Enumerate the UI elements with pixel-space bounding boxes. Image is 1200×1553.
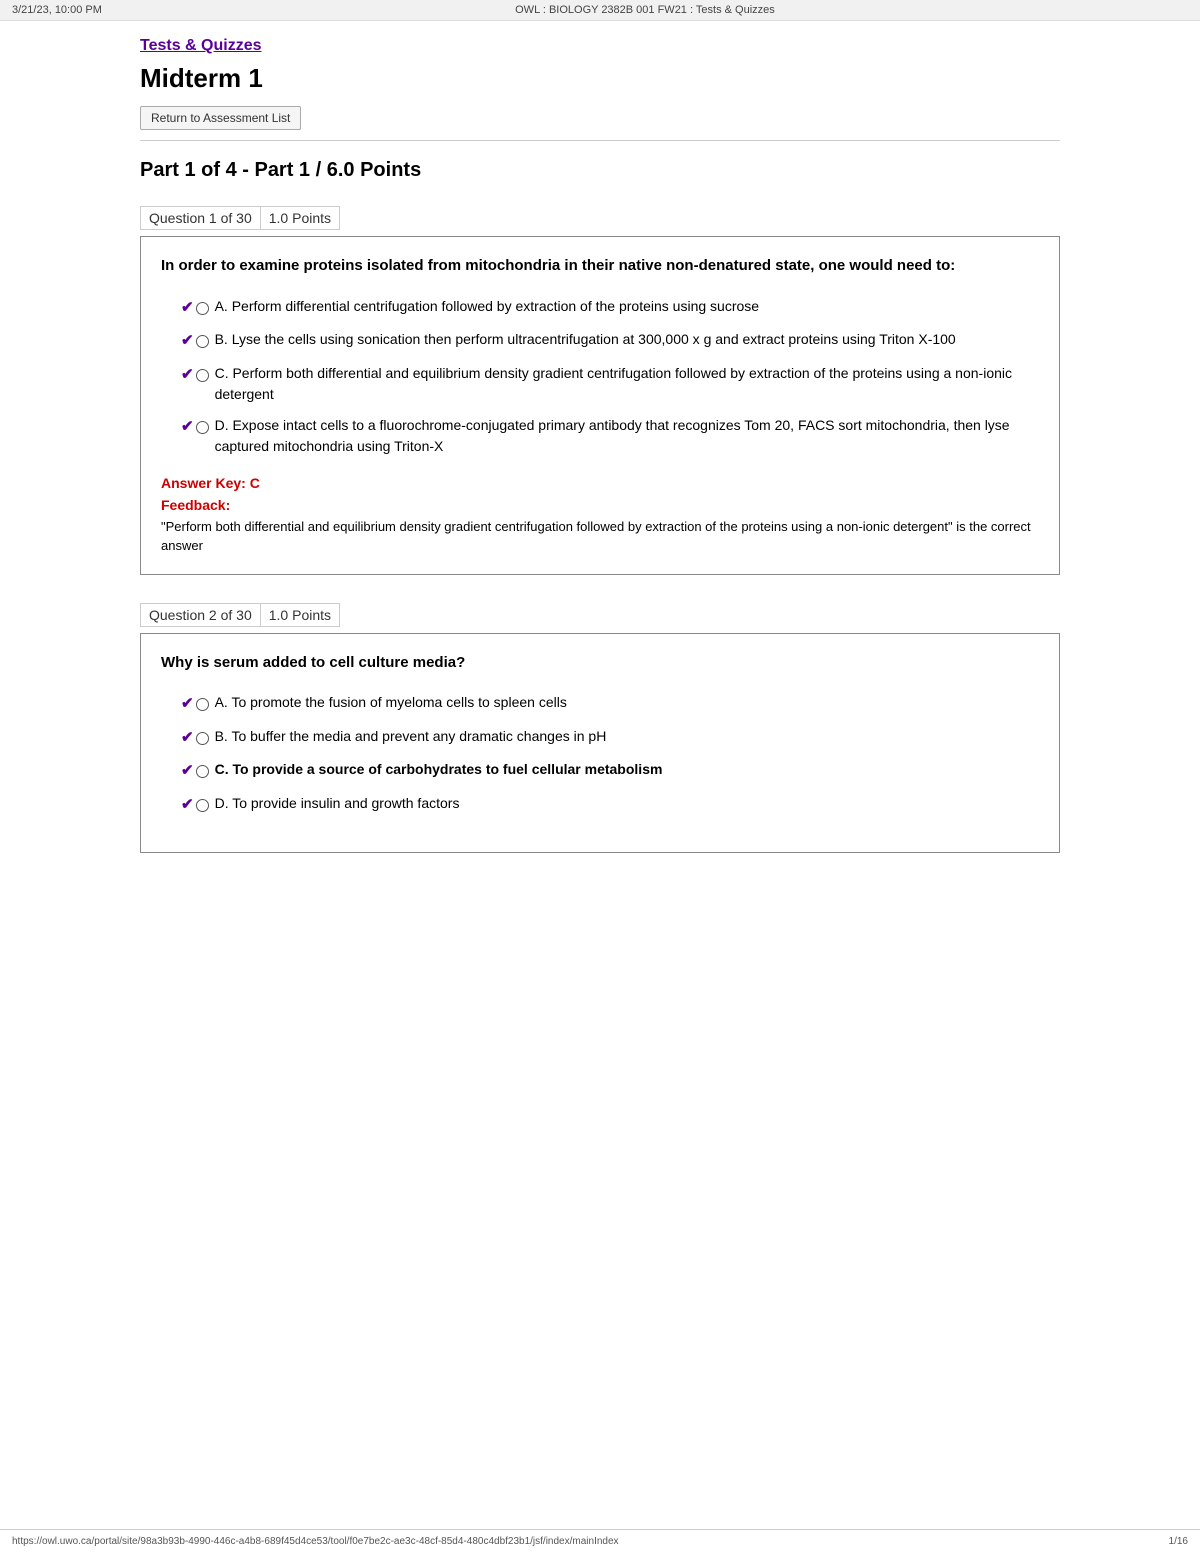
question-2-option-a: ✔ A. To promote the fusion of myeloma ce… xyxy=(181,692,1039,716)
q2-option-d-text: D. To provide insulin and growth factors xyxy=(215,793,1039,814)
radio-d[interactable] xyxy=(196,421,209,434)
feedback-label: Feedback: xyxy=(161,497,1039,513)
divider xyxy=(140,140,1060,141)
browser-bar: 3/21/23, 10:00 PM OWL : BIOLOGY 2382B 00… xyxy=(0,0,1200,21)
q2-option-c-text: C. To provide a source of carbohydrates … xyxy=(215,759,1039,780)
option-c-icons: ✔ xyxy=(181,364,209,387)
q2-option-a-text: A. To promote the fusion of myeloma cell… xyxy=(215,692,1039,713)
option-d-icons: ✔ xyxy=(181,416,209,439)
breadcrumb: Tests & Quizzes xyxy=(140,37,1060,55)
browser-tab-title: OWL : BIOLOGY 2382B 001 FW21 : Tests & Q… xyxy=(515,4,775,16)
return-btn-container: Return to Assessment List xyxy=(140,106,1060,130)
question-1-option-b: ✔ B. Lyse the cells using sonication the… xyxy=(181,329,1039,353)
footer-page-num: 1/16 xyxy=(1169,1536,1188,1547)
question-2-option-c: ✔ C. To provide a source of carbohydrate… xyxy=(181,759,1039,783)
question-1-text: In order to examine proteins isolated fr… xyxy=(161,255,1039,278)
question-1-option-c: ✔ C. Perform both differential and equil… xyxy=(181,363,1039,405)
question-2-points: 1.0 Points xyxy=(260,603,340,627)
questions-container: Question 1 of 30 1.0 Points In order to … xyxy=(140,206,1060,853)
question-1-options: ✔ A. Perform differential centrifugation… xyxy=(161,296,1039,457)
q2-radio-c[interactable] xyxy=(196,765,209,778)
q2-check-icon-d: ✔ xyxy=(181,794,194,817)
q2-option-c-icons: ✔ xyxy=(181,760,209,783)
check-icon-b: ✔ xyxy=(181,330,194,353)
question-1-points: 1.0 Points xyxy=(260,206,340,230)
q2-option-b-text: B. To buffer the media and prevent any d… xyxy=(215,726,1039,747)
answer-key-label: Answer Key: xyxy=(161,475,246,491)
footer-url: https://owl.uwo.ca/portal/site/98a3b93b-… xyxy=(12,1536,619,1547)
q2-radio-d[interactable] xyxy=(196,799,209,812)
question-1-header: Question 1 of 30 1.0 Points xyxy=(140,206,1060,230)
question-1-option-d: ✔ D. Expose intact cells to a fluorochro… xyxy=(181,415,1039,457)
radio-b[interactable] xyxy=(196,335,209,348)
feedback-text: "Perform both differential and equilibri… xyxy=(161,517,1039,556)
q2-option-d-icons: ✔ xyxy=(181,794,209,817)
question-2-option-b: ✔ B. To buffer the media and prevent any… xyxy=(181,726,1039,750)
question-2-block: Question 2 of 30 1.0 Points Why is serum… xyxy=(140,603,1060,854)
footer-bar: https://owl.uwo.ca/portal/site/98a3b93b-… xyxy=(0,1529,1200,1553)
q2-radio-b[interactable] xyxy=(196,732,209,745)
q2-check-icon-a: ✔ xyxy=(181,693,194,716)
q2-radio-a[interactable] xyxy=(196,698,209,711)
option-b-text: B. Lyse the cells using sonication then … xyxy=(215,329,1039,350)
q2-option-b-icons: ✔ xyxy=(181,727,209,750)
question-2-option-d: ✔ D. To provide insulin and growth facto… xyxy=(181,793,1039,817)
radio-a[interactable] xyxy=(196,302,209,315)
question-1-block: Question 1 of 30 1.0 Points In order to … xyxy=(140,206,1060,575)
question-2-options: ✔ A. To promote the fusion of myeloma ce… xyxy=(161,692,1039,816)
radio-c[interactable] xyxy=(196,369,209,382)
answer-key-row: Answer Key: C xyxy=(161,475,1039,491)
return-to-assessment-button[interactable]: Return to Assessment List xyxy=(140,106,301,130)
q2-check-icon-c: ✔ xyxy=(181,760,194,783)
answer-key-section-1: Answer Key: C Feedback: "Perform both di… xyxy=(161,475,1039,556)
browser-timestamp: 3/21/23, 10:00 PM xyxy=(12,4,102,16)
answer-key-value: C xyxy=(250,475,260,491)
question-1-box: In order to examine proteins isolated fr… xyxy=(140,236,1060,575)
question-2-label: Question 2 of 30 xyxy=(140,603,260,627)
option-c-text: C. Perform both differential and equilib… xyxy=(215,363,1039,405)
q2-option-a-icons: ✔ xyxy=(181,693,209,716)
option-a-icons: ✔ xyxy=(181,297,209,320)
question-2-header: Question 2 of 30 1.0 Points xyxy=(140,603,1060,627)
check-icon-a: ✔ xyxy=(181,297,194,320)
question-2-text: Why is serum added to cell culture media… xyxy=(161,652,1039,675)
question-1-label: Question 1 of 30 xyxy=(140,206,260,230)
part-heading: Part 1 of 4 - Part 1 / 6.0 Points xyxy=(140,159,1060,182)
option-b-icons: ✔ xyxy=(181,330,209,353)
check-icon-c: ✔ xyxy=(181,364,194,387)
page-title: Midterm 1 xyxy=(140,63,1060,94)
option-d-text: D. Expose intact cells to a fluorochrome… xyxy=(215,415,1039,457)
option-a-text: A. Perform differential centrifugation f… xyxy=(215,296,1039,317)
question-2-box: Why is serum added to cell culture media… xyxy=(140,633,1060,854)
check-icon-d: ✔ xyxy=(181,416,194,439)
q2-check-icon-b: ✔ xyxy=(181,727,194,750)
breadcrumb-link[interactable]: Tests & Quizzes xyxy=(140,37,262,54)
page-container: Tests & Quizzes Midterm 1 Return to Asse… xyxy=(120,21,1080,921)
question-1-option-a: ✔ A. Perform differential centrifugation… xyxy=(181,296,1039,320)
